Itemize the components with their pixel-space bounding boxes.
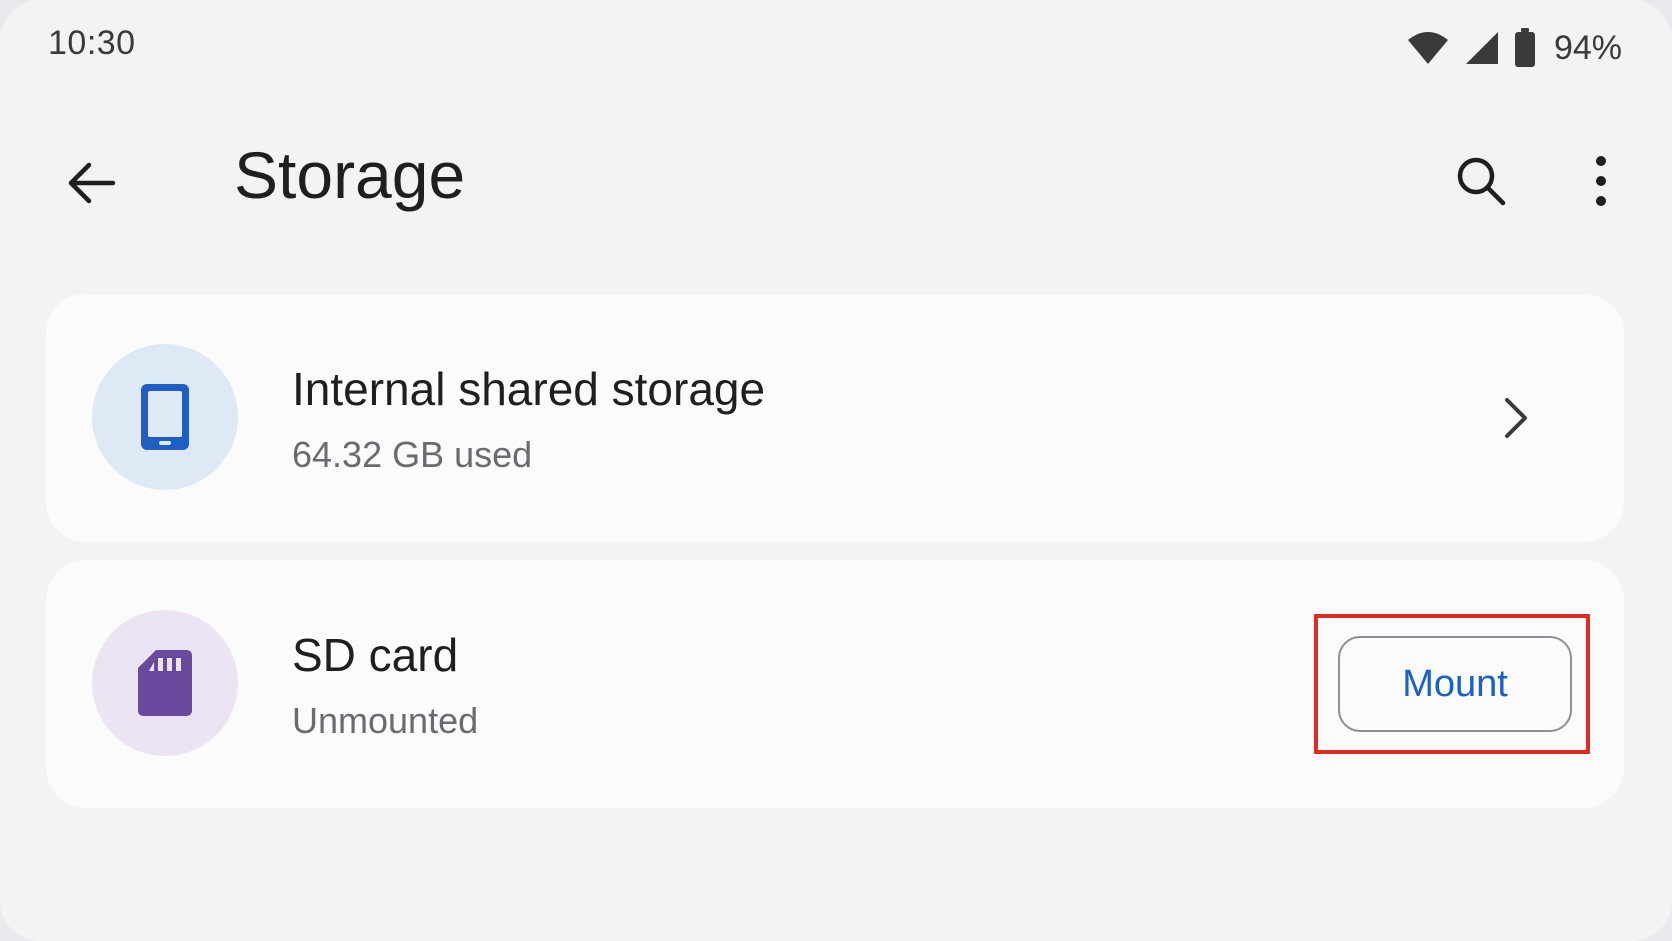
chevron-right-icon: [1488, 390, 1544, 446]
sd-card-item: SD card Unmounted Mount: [46, 560, 1624, 808]
arrow-left-icon: [68, 162, 116, 204]
back-button[interactable]: [56, 148, 126, 218]
search-button[interactable]: [1446, 146, 1516, 216]
sd-card-title: SD card: [292, 629, 459, 681]
smartphone-icon: [141, 384, 189, 450]
internal-storage-item[interactable]: Internal shared storage 64.32 GB used: [46, 294, 1624, 542]
internal-storage-usage: 64.32 GB used: [292, 434, 533, 475]
sd-card-icon: [138, 650, 192, 716]
status-icons: 94%: [1406, 24, 1622, 72]
mount-button[interactable]: Mount: [1338, 636, 1572, 732]
status-time: 10:30: [48, 24, 136, 62]
search-icon: [1457, 157, 1506, 206]
internal-storage-title: Internal shared storage: [292, 363, 766, 415]
more-vert-icon: [1596, 156, 1606, 206]
status-bar: 10:30 94%: [0, 0, 1672, 96]
battery-icon: [1514, 28, 1536, 68]
storage-screen: 10:30 94% Storage Internal shared storag…: [0, 0, 1672, 941]
internal-storage-avatar: [92, 344, 238, 490]
page-title: Storage: [234, 138, 466, 212]
sd-card-status: Unmounted: [292, 700, 479, 741]
app-bar: Storage: [0, 120, 1672, 240]
sd-card-avatar: [92, 610, 238, 756]
battery-percent: 94%: [1553, 28, 1622, 67]
cellular-signal-icon: [1464, 30, 1500, 66]
wifi-icon: [1406, 30, 1450, 66]
more-options-button[interactable]: [1566, 146, 1636, 216]
